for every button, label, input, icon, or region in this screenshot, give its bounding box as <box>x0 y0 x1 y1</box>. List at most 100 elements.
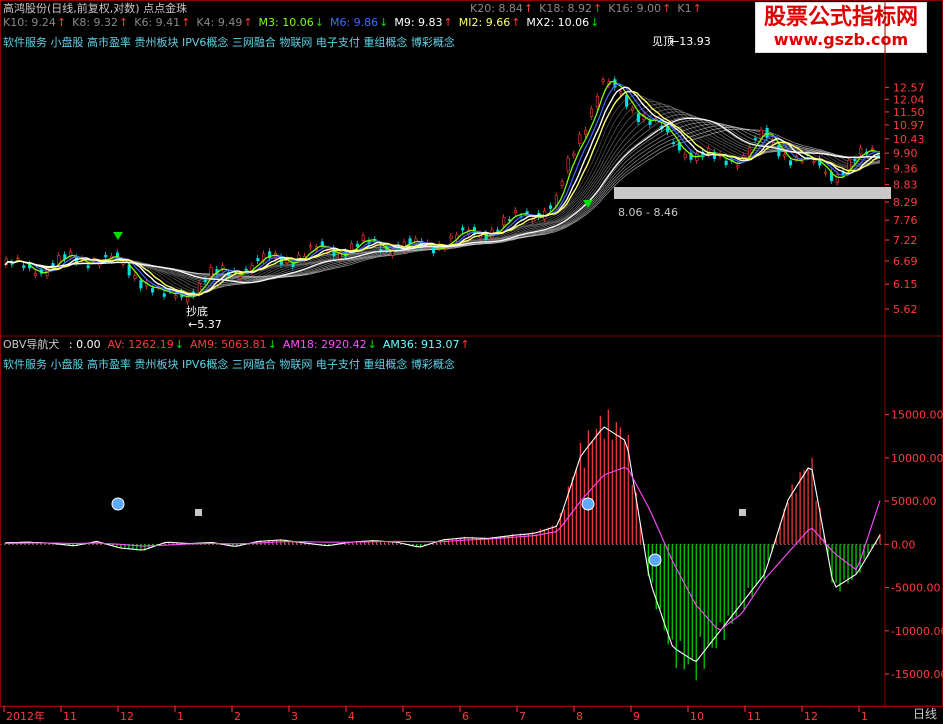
y-tick-label: 8.83 <box>893 179 918 192</box>
y-tick-label: 6.69 <box>893 255 918 268</box>
y-tick-label: 5.62 <box>893 303 918 316</box>
y-tick-label: 9.36 <box>893 163 918 176</box>
period-label[interactable]: 日线 <box>913 705 937 722</box>
candle-body <box>765 127 769 138</box>
y-tick-label: -5000.00 <box>891 582 940 595</box>
x-tick-label: 2012年 <box>6 709 45 723</box>
x-tick-label: 6 <box>462 710 469 723</box>
x-tick-label: 12 <box>120 710 134 723</box>
signal-ball-icon <box>111 497 125 511</box>
candle-body <box>309 245 313 248</box>
candle-body <box>742 155 746 158</box>
candle-body <box>800 160 804 163</box>
candle-body <box>496 229 500 233</box>
y-tick-label: -10000.00 <box>891 625 943 638</box>
x-tick-label: 11 <box>747 710 761 723</box>
candle-body <box>783 154 787 157</box>
annotation-gap-range: 8.06 - 8.46 <box>618 206 678 219</box>
x-tick-label: 7 <box>519 710 526 723</box>
candle-body <box>162 293 166 297</box>
candle-body <box>133 275 137 279</box>
ma-fan-line <box>4 114 881 285</box>
chart-frame <box>0 0 943 707</box>
x-tick-label: 1 <box>861 710 868 723</box>
candle-body <box>151 288 155 293</box>
candle-body <box>578 134 582 144</box>
candle-body <box>244 268 248 271</box>
annotation-low-price: ←5.37 <box>188 318 222 331</box>
candle-body <box>812 161 816 163</box>
y-tick-label: 15000.00 <box>891 409 943 422</box>
y-tick-label: 7.76 <box>893 214 918 227</box>
candle-body <box>777 145 781 157</box>
stock-chart[interactable]: 5.62 6.15 6.69 7.22 7.76 8.29 8.83 9.36 9.9010.4… <box>0 0 943 724</box>
candle-body <box>560 181 564 186</box>
candle-body <box>256 258 260 261</box>
candle-body <box>566 157 570 172</box>
y-tick-label: -15000.00 <box>891 668 943 681</box>
candle-body <box>630 107 635 111</box>
y-tick-label: 9.90 <box>893 147 918 160</box>
candle-body <box>355 243 359 247</box>
candle-body <box>648 120 652 125</box>
signal-square-icon <box>739 509 746 516</box>
y-tick-label: 5000.00 <box>891 495 937 508</box>
candle-body <box>636 113 640 123</box>
candle-body <box>876 155 880 157</box>
candle-body <box>139 280 143 289</box>
candle-body <box>853 158 857 162</box>
candle-body <box>595 96 599 107</box>
y-tick-label: 6.15 <box>893 278 918 291</box>
y-tick-label: 0.00 <box>891 538 916 551</box>
y-tick-label: 10.97 <box>893 119 925 132</box>
x-tick-label: 4 <box>348 710 355 723</box>
candle-body <box>174 295 178 298</box>
candle-body <box>870 148 875 150</box>
candle-body <box>209 267 213 277</box>
y-tick-label: 11.50 <box>893 106 925 119</box>
candle-body <box>221 265 225 269</box>
signal-ball-icon <box>648 553 662 567</box>
candle-body <box>572 153 576 156</box>
x-tick-label: 12 <box>804 710 818 723</box>
x-tick-label: 2 <box>234 710 241 723</box>
candle-body <box>724 160 728 166</box>
candle-body <box>361 235 365 241</box>
candle-body <box>502 217 506 226</box>
candle-body <box>619 91 623 94</box>
x-tick-label: 9 <box>633 710 640 723</box>
annotation-bottom: 抄底 <box>186 304 208 318</box>
y-tick-label: 10000.00 <box>891 452 943 465</box>
candle-body <box>104 254 108 258</box>
candle-body <box>683 154 687 158</box>
candle-body <box>22 265 26 268</box>
candle-body <box>835 174 839 183</box>
gap-band <box>614 187 891 199</box>
x-tick-label: 1 <box>177 710 184 723</box>
signal-ball-icon <box>581 497 595 511</box>
candle-body <box>238 276 242 279</box>
candle-body <box>589 108 594 117</box>
ma-line-long <box>4 117 881 284</box>
candle-body <box>86 265 90 269</box>
candle-body <box>824 171 828 174</box>
candle-body <box>671 142 676 145</box>
candle-body <box>788 160 793 166</box>
y-tick-label: 12.57 <box>893 81 925 94</box>
candle-body <box>33 272 38 276</box>
ma-fan-line <box>4 117 881 284</box>
candle-body <box>736 165 740 168</box>
buy-arrow-icon <box>113 232 123 240</box>
candle-body <box>449 235 453 239</box>
candle-body <box>16 257 20 260</box>
candle-body <box>549 205 553 209</box>
candle-body <box>847 159 851 171</box>
annotation-high-price: ←13.93 <box>670 35 711 48</box>
candle-body <box>203 279 207 282</box>
candle-body <box>291 263 295 267</box>
y-tick-label: 7.22 <box>893 234 918 247</box>
y-tick-label: 8.29 <box>893 196 918 209</box>
candle-body <box>584 129 588 136</box>
x-tick-label: 3 <box>291 710 298 723</box>
x-tick-label: 8 <box>576 710 583 723</box>
